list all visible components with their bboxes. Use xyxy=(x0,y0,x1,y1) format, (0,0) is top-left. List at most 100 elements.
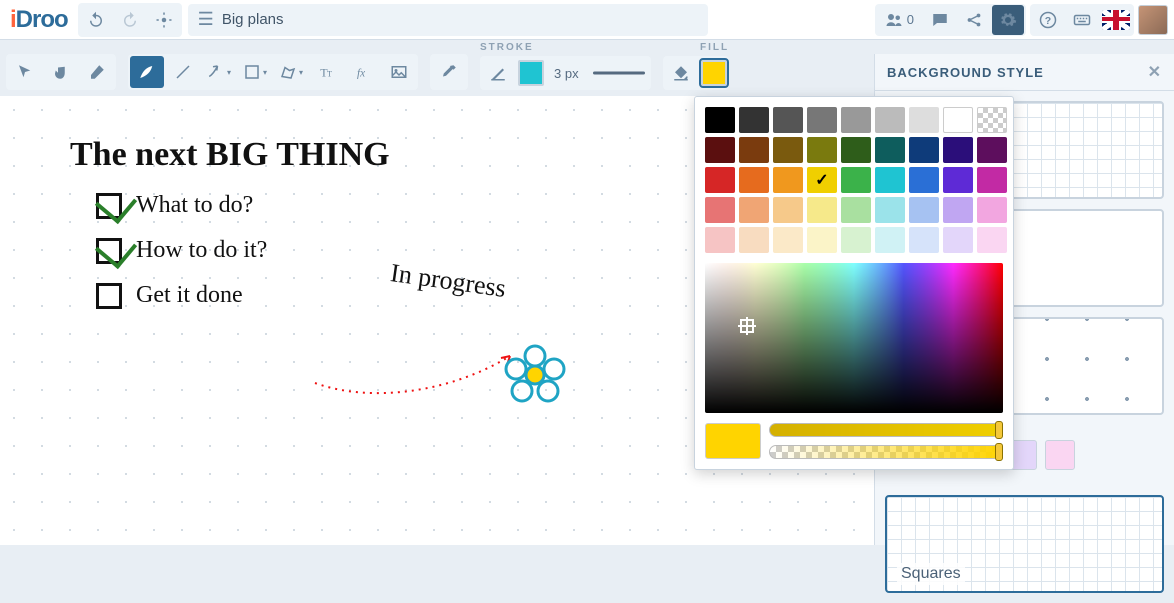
select-tool[interactable] xyxy=(8,56,42,88)
svg-text:?: ? xyxy=(1045,14,1051,26)
settings-button[interactable] xyxy=(992,5,1024,35)
palette-color[interactable] xyxy=(807,197,837,223)
palette-color[interactable] xyxy=(705,137,735,163)
color-gradient-area[interactable] xyxy=(705,263,1003,413)
checklist-text: How to do it? xyxy=(136,237,267,264)
help-button[interactable]: ? xyxy=(1032,5,1064,35)
palette-color[interactable] xyxy=(739,137,769,163)
palette-color[interactable] xyxy=(943,137,973,163)
eyedropper-group xyxy=(430,54,468,90)
palette-color[interactable] xyxy=(909,227,939,253)
stroke-fill-icon[interactable] xyxy=(482,58,514,88)
palette-color[interactable] xyxy=(841,137,871,163)
palette-color[interactable] xyxy=(807,167,837,193)
palette-color[interactable] xyxy=(739,107,769,133)
bg-option-squares[interactable]: Squares xyxy=(885,495,1164,593)
chat-button[interactable] xyxy=(924,5,956,35)
palette-color[interactable] xyxy=(739,227,769,253)
palette-color[interactable] xyxy=(841,167,871,193)
palette-color[interactable] xyxy=(875,197,905,223)
checkbox xyxy=(96,238,122,264)
palette-color[interactable] xyxy=(943,167,973,193)
color-palette xyxy=(705,107,1003,253)
undo-button[interactable] xyxy=(80,5,112,35)
logo[interactable]: iDroo xyxy=(6,6,72,34)
arrow-tool[interactable] xyxy=(202,56,236,88)
palette-color[interactable] xyxy=(841,227,871,253)
color-picker-cursor[interactable] xyxy=(740,319,754,333)
palette-color[interactable] xyxy=(807,227,837,253)
palette-color[interactable] xyxy=(943,197,973,223)
stroke-width-value[interactable]: 3 px xyxy=(548,66,585,81)
palette-color[interactable] xyxy=(909,167,939,193)
bg-color-swatch[interactable] xyxy=(1045,440,1075,470)
palette-color[interactable] xyxy=(875,227,905,253)
brightness-slider[interactable] xyxy=(769,423,1003,437)
history-group xyxy=(78,3,182,37)
palette-color[interactable] xyxy=(841,107,871,133)
alpha-slider[interactable] xyxy=(769,445,1003,459)
palette-color[interactable] xyxy=(841,197,871,223)
center-button[interactable] xyxy=(148,5,180,35)
palette-color[interactable] xyxy=(773,227,803,253)
menu-icon[interactable]: ☰ xyxy=(198,9,214,30)
palette-color[interactable] xyxy=(909,197,939,223)
redo-button[interactable] xyxy=(114,5,146,35)
polygon-tool[interactable] xyxy=(274,56,308,88)
palette-color[interactable] xyxy=(977,167,1007,193)
palette-color[interactable] xyxy=(807,107,837,133)
fill-section-label: FILL xyxy=(700,42,729,53)
palette-color[interactable] xyxy=(977,227,1007,253)
fill-color-swatch[interactable] xyxy=(701,60,727,86)
pan-tool[interactable] xyxy=(44,56,78,88)
color-preview-row xyxy=(705,423,1003,459)
palette-color[interactable] xyxy=(705,197,735,223)
stroke-color-swatch[interactable] xyxy=(518,60,544,86)
palette-color[interactable] xyxy=(977,197,1007,223)
palette-color[interactable] xyxy=(739,197,769,223)
palette-color[interactable] xyxy=(875,167,905,193)
stroke-controls: 3 px xyxy=(480,56,651,90)
color-preview-swatch xyxy=(705,423,761,459)
collaborators-button[interactable]: 0 xyxy=(877,4,922,36)
background-panel-header: BACKGROUND STYLE ✕ xyxy=(875,54,1174,91)
palette-color[interactable] xyxy=(705,227,735,253)
text-tool[interactable]: TT xyxy=(310,56,344,88)
top-bar: iDroo ☰ Big plans 0 ? xyxy=(0,0,1174,40)
filename-bar[interactable]: ☰ Big plans xyxy=(188,4,708,36)
palette-color[interactable] xyxy=(909,107,939,133)
palette-color[interactable] xyxy=(909,137,939,163)
line-tool[interactable] xyxy=(166,56,200,88)
flower-drawing xyxy=(500,341,570,411)
palette-color[interactable] xyxy=(875,137,905,163)
palette-color[interactable] xyxy=(773,197,803,223)
palette-color[interactable] xyxy=(875,107,905,133)
keyboard-button[interactable] xyxy=(1066,5,1098,35)
palette-color[interactable] xyxy=(773,137,803,163)
share-button[interactable] xyxy=(958,5,990,35)
avatar[interactable] xyxy=(1138,5,1168,35)
palette-color[interactable] xyxy=(773,107,803,133)
stroke-style-picker[interactable] xyxy=(589,63,649,83)
image-tool[interactable] xyxy=(382,56,416,88)
bg-option-squares-label: Squares xyxy=(897,563,965,585)
palette-color[interactable] xyxy=(943,107,973,133)
palette-color[interactable] xyxy=(705,107,735,133)
eraser-tool[interactable] xyxy=(80,56,114,88)
palette-color[interactable] xyxy=(705,167,735,193)
palette-color[interactable] xyxy=(739,167,769,193)
pen-tool[interactable] xyxy=(130,56,164,88)
palette-color[interactable] xyxy=(773,167,803,193)
palette-color[interactable] xyxy=(943,227,973,253)
checklist-text: Get it done xyxy=(136,282,243,309)
palette-color[interactable] xyxy=(977,107,1007,133)
close-icon[interactable]: ✕ xyxy=(1148,62,1162,82)
eyedropper-tool[interactable] xyxy=(432,56,466,88)
palette-color[interactable] xyxy=(977,137,1007,163)
palette-color[interactable] xyxy=(807,137,837,163)
shape-tool[interactable] xyxy=(238,56,272,88)
formula-tool[interactable]: fx xyxy=(346,56,380,88)
uk-flag-icon xyxy=(1102,10,1130,30)
fill-bucket-icon[interactable] xyxy=(665,58,697,88)
language-button[interactable] xyxy=(1100,5,1132,35)
